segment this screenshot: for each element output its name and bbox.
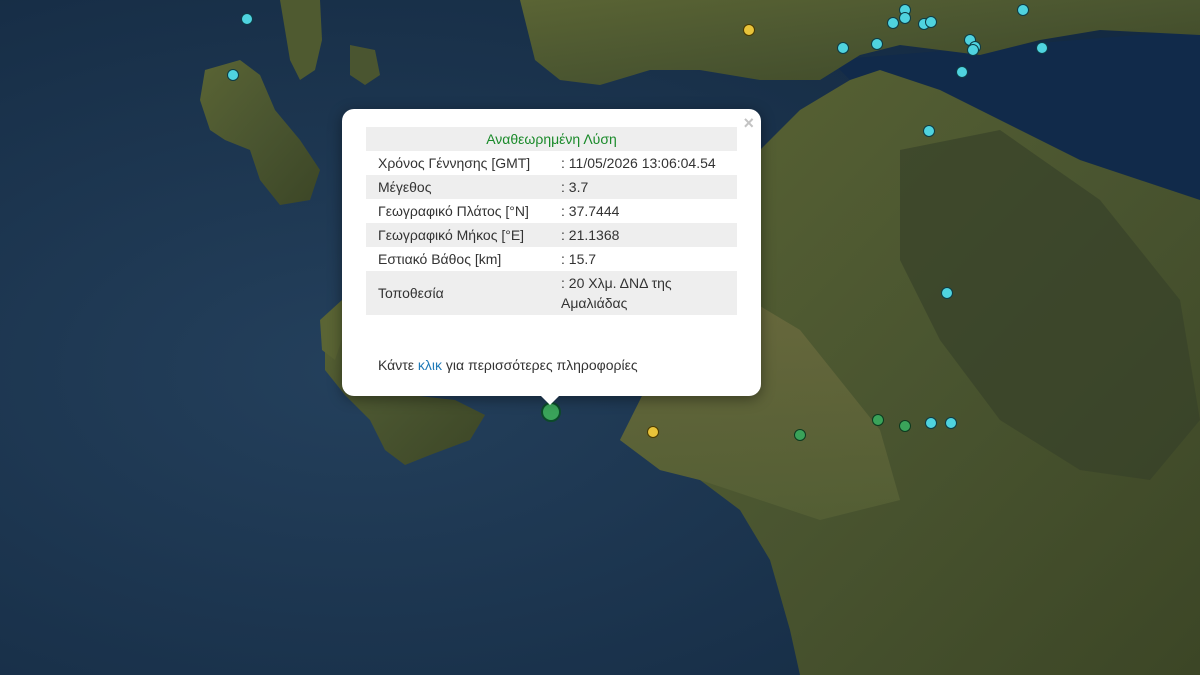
latitude-label: Γεωγραφικό Πλάτος [°N] bbox=[378, 203, 529, 219]
earthquake-marker[interactable] bbox=[925, 417, 937, 429]
longitude-value: : 21.1368 bbox=[549, 223, 737, 247]
earthquake-marker[interactable] bbox=[647, 426, 659, 438]
popup-title-row: Αναθεωρημένη Λύση bbox=[366, 127, 737, 151]
earthquake-marker[interactable] bbox=[241, 13, 253, 25]
earthquake-marker[interactable] bbox=[899, 12, 911, 24]
earthquake-marker[interactable] bbox=[899, 420, 911, 432]
earthquake-marker[interactable] bbox=[871, 38, 883, 50]
table-row: Γεωγραφικό Πλάτος [°N] : 37.7444 bbox=[366, 199, 737, 223]
table-row: Τοποθεσία : 20 Χλμ. ΔΝΔ της Αμαλιάδας bbox=[366, 271, 737, 315]
earthquake-marker[interactable] bbox=[945, 417, 957, 429]
earthquake-marker[interactable] bbox=[227, 69, 239, 81]
earthquake-marker[interactable] bbox=[923, 125, 935, 137]
earthquake-marker[interactable] bbox=[941, 287, 953, 299]
close-icon[interactable]: × bbox=[743, 114, 754, 132]
earthquake-details-table: Αναθεωρημένη Λύση Χρόνος Γέννησης [GMT] … bbox=[366, 127, 737, 315]
earthquake-marker[interactable] bbox=[925, 16, 937, 28]
origin-time-label: Χρόνος Γέννησης [GMT] bbox=[378, 155, 531, 171]
table-row: Μέγεθος : 3.7 bbox=[366, 175, 737, 199]
footer-prefix: Κάντε bbox=[378, 357, 418, 373]
more-info-link[interactable]: κλικ bbox=[418, 357, 442, 373]
earthquake-marker[interactable] bbox=[1017, 4, 1029, 16]
earthquake-marker[interactable] bbox=[956, 66, 968, 78]
magnitude-value: : 3.7 bbox=[549, 175, 737, 199]
table-row: Εστιακό Βάθος [km] : 15.7 bbox=[366, 247, 737, 271]
earthquake-marker[interactable] bbox=[967, 44, 979, 56]
longitude-label: Γεωγραφικό Μήκος [°E] bbox=[366, 223, 549, 247]
location-label: Τοποθεσία bbox=[366, 271, 549, 315]
earthquake-marker[interactable] bbox=[872, 414, 884, 426]
table-row: Χρόνος Γέννησης [GMT] : 11/05/2026 13:06… bbox=[366, 151, 737, 175]
popup-tip bbox=[540, 395, 560, 405]
location-value: : 20 Χλμ. ΔΝΔ της Αμαλιάδας bbox=[549, 271, 737, 315]
earthquake-marker[interactable] bbox=[887, 17, 899, 29]
earthquake-marker[interactable] bbox=[837, 42, 849, 54]
earthquake-marker[interactable] bbox=[1036, 42, 1048, 54]
popup-title: Αναθεωρημένη Λύση bbox=[366, 127, 737, 151]
table-row: Γεωγραφικό Μήκος [°E] : 21.1368 bbox=[366, 223, 737, 247]
depth-value: : 15.7 bbox=[561, 251, 597, 267]
latitude-value: : 37.7444 bbox=[561, 203, 620, 219]
earthquake-info-popup: × Αναθεωρημένη Λύση Χρόνος Γέννησης [GMT… bbox=[342, 109, 761, 396]
origin-time-value: : 11/05/2026 13:06:04.54 bbox=[561, 155, 716, 171]
footer-suffix: για περισσότερες πληροφορίες bbox=[442, 357, 638, 373]
selected-earthquake-marker[interactable] bbox=[541, 402, 561, 422]
magnitude-label: Μέγεθος bbox=[366, 175, 549, 199]
depth-label: Εστιακό Βάθος [km] bbox=[378, 251, 502, 267]
more-info-text: Κάντε κλικ για περισσότερες πληροφορίες bbox=[378, 357, 638, 373]
earthquake-marker[interactable] bbox=[794, 429, 806, 441]
earthquake-marker[interactable] bbox=[743, 24, 755, 36]
